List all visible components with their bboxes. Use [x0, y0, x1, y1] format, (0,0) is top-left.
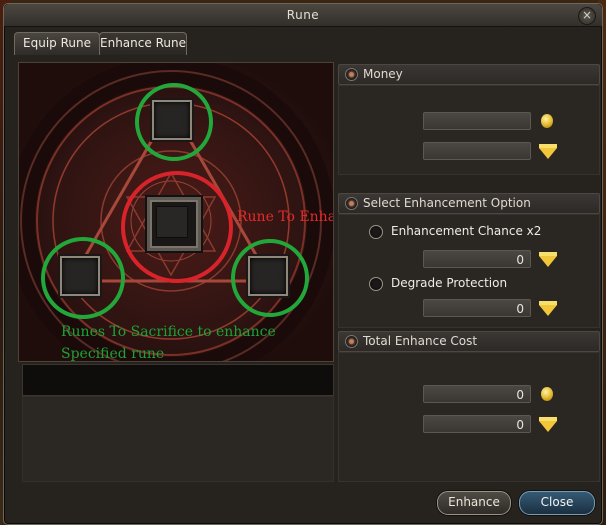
- green-highlight-left: [41, 237, 125, 319]
- tab-equip-rune[interactable]: Equip Rune: [14, 32, 100, 55]
- enhancement-option-section: Enhancement Chance x2 0 Degrade Protecti…: [338, 214, 600, 328]
- section-bullet-icon: [345, 197, 358, 210]
- enhancement-chance-label[interactable]: Enhancement Chance x2: [391, 224, 541, 238]
- rune-description-bar: [22, 364, 334, 396]
- radio-enhancement-chance[interactable]: [369, 225, 383, 239]
- titlebar[interactable]: Rune ×: [4, 4, 602, 27]
- total-cost-section: 0 0: [338, 352, 600, 482]
- annotation-rune-to-enhance: Rune To Enhance: [237, 209, 333, 225]
- total-cost-title: Total Enhance Cost: [363, 334, 478, 348]
- enhancement-chance-cost: 0: [423, 250, 531, 268]
- gem-icon: [539, 301, 557, 316]
- enhancement-option-header: Select Enhancement Option: [338, 193, 600, 214]
- close-button[interactable]: Close: [519, 491, 595, 515]
- enhance-button[interactable]: Enhance: [437, 491, 511, 515]
- coin-icon: [541, 114, 553, 128]
- money-gem-field: [423, 142, 531, 160]
- money-header: Money: [338, 64, 600, 85]
- window-title: Rune: [286, 8, 320, 22]
- gem-icon: [539, 252, 557, 267]
- rune-info-area: [22, 396, 334, 482]
- annotation-sacrifice-line2: Specified rune: [61, 346, 165, 362]
- red-highlight-center: [121, 171, 233, 283]
- coin-icon: [541, 387, 553, 401]
- radio-degrade-protection[interactable]: [369, 277, 383, 291]
- section-bullet-icon: [345, 335, 358, 348]
- degrade-protection-cost: 0: [423, 299, 531, 317]
- total-gem-field: 0: [423, 415, 531, 433]
- annotation-sacrifice-runes: Runes To Sacrifice to enhance Specified …: [61, 321, 276, 362]
- enhancement-option-title: Select Enhancement Option: [363, 196, 531, 210]
- rune-window: Rune × Equip Rune Enhance Rune Rune To E…: [3, 3, 603, 525]
- rune-circle-panel: Rune To Enhance Runes To Sacrifice to en…: [18, 62, 334, 362]
- gem-icon: [539, 417, 557, 432]
- total-cost-header: Total Enhance Cost: [338, 331, 600, 352]
- gem-icon: [539, 144, 557, 159]
- tab-enhance-rune[interactable]: Enhance Rune: [99, 32, 187, 55]
- money-section: [338, 85, 600, 175]
- green-highlight-top: [135, 83, 213, 161]
- money-gold-field: [423, 112, 531, 130]
- degrade-protection-label[interactable]: Degrade Protection: [391, 276, 507, 290]
- annotation-sacrifice-line1: Runes To Sacrifice to enhance: [61, 324, 276, 340]
- total-gold-field: 0: [423, 385, 531, 403]
- close-icon[interactable]: ×: [578, 7, 596, 25]
- section-bullet-icon: [345, 68, 358, 81]
- money-title: Money: [363, 67, 403, 81]
- green-highlight-right: [231, 239, 309, 317]
